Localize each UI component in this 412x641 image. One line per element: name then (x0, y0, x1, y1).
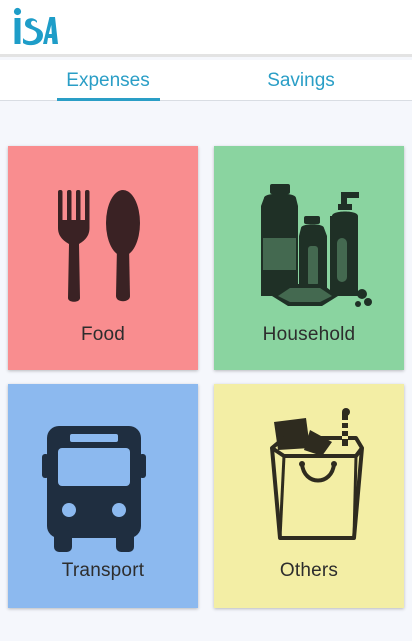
app-header (0, 0, 412, 57)
tab-savings[interactable]: Savings (251, 60, 351, 101)
category-tile-food[interactable]: Food (8, 146, 198, 370)
category-tile-transport[interactable]: Transport (8, 384, 198, 608)
category-label-others: Others (279, 560, 339, 581)
category-tile-others[interactable]: Others (214, 384, 404, 608)
active-tab-indicator (57, 98, 160, 101)
tab-bar: Expenses Savings (0, 60, 412, 101)
tab-expenses[interactable]: Expenses (57, 60, 159, 101)
category-label-household: Household (262, 324, 356, 345)
category-tile-household[interactable]: Household (214, 146, 404, 370)
isa-logo[interactable] (12, 7, 58, 49)
app-screen: Expenses Savings Food Household Transpor… (0, 0, 412, 641)
category-label-transport: Transport (61, 560, 145, 581)
category-label-food: Food (80, 324, 126, 345)
